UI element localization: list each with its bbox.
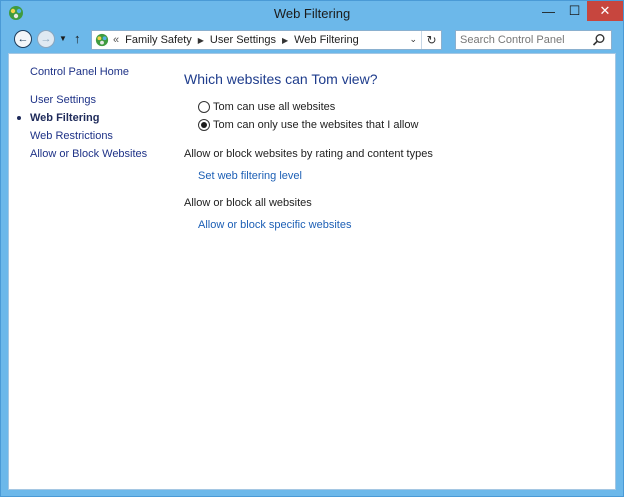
search-box[interactable] bbox=[455, 30, 612, 50]
up-arrow-icon: ↑ bbox=[74, 31, 81, 46]
breadcrumb-web-filtering[interactable]: Web Filtering bbox=[294, 34, 359, 46]
recent-locations-button[interactable]: ▼ bbox=[59, 34, 67, 43]
sidebar-item-allow-or-block-websites[interactable]: Allow or Block Websites bbox=[30, 148, 147, 160]
control-panel-icon bbox=[95, 33, 109, 47]
content-area: Control Panel Home User Settings Web Fil… bbox=[8, 53, 616, 490]
address-bar[interactable]: « Family Safety ▶ User Settings ▶ Web Fi… bbox=[91, 30, 442, 50]
search-input[interactable] bbox=[460, 31, 592, 49]
sidebar-item-web-filtering[interactable]: Web Filtering bbox=[30, 112, 99, 124]
maximize-button[interactable]: ☐ bbox=[562, 1, 587, 21]
breadcrumb-separator-icon[interactable]: ▶ bbox=[282, 36, 288, 45]
breadcrumb-user-settings[interactable]: User Settings bbox=[210, 34, 276, 46]
breadcrumb-family-safety[interactable]: Family Safety bbox=[125, 34, 192, 46]
sidebar-item-user-settings[interactable]: User Settings bbox=[30, 94, 96, 106]
back-arrow-icon: ← bbox=[17, 33, 29, 45]
option-all-websites-label[interactable]: Tom can use all websites bbox=[213, 101, 335, 113]
refresh-icon: ↻ bbox=[426, 33, 437, 47]
allow-or-block-specific-websites-link[interactable]: Allow or block specific websites bbox=[198, 219, 351, 231]
breadcrumb-overflow[interactable]: « bbox=[113, 34, 119, 46]
forward-button[interactable]: → bbox=[37, 30, 55, 48]
option-allowed-websites-only-label[interactable]: Tom can only use the websites that I all… bbox=[213, 119, 418, 131]
refresh-button[interactable]: ↻ bbox=[421, 31, 441, 49]
up-button[interactable]: ↑ bbox=[74, 31, 81, 46]
navigation-bar: ← → ▼ ↑ « Family Safety ▶ User Settings … bbox=[1, 27, 623, 53]
current-item-bullet bbox=[17, 116, 21, 120]
set-web-filtering-level-link[interactable]: Set web filtering level bbox=[198, 170, 302, 182]
window-title: Web Filtering bbox=[273, 6, 351, 21]
breadcrumb-separator-icon[interactable]: ▶ bbox=[198, 36, 204, 45]
chevron-down-icon: ▼ bbox=[59, 34, 67, 43]
sidebar-item-control-panel-home[interactable]: Control Panel Home bbox=[30, 66, 129, 78]
section-all-websites-label: Allow or block all websites bbox=[184, 197, 312, 209]
section-rating-label: Allow or block websites by rating and co… bbox=[184, 148, 433, 160]
page-heading: Which websites can Tom view? bbox=[184, 71, 378, 87]
sidebar: Control Panel Home User Settings Web Fil… bbox=[9, 54, 179, 489]
radio-allowed-websites-only[interactable] bbox=[198, 119, 210, 131]
address-dropdown-icon[interactable]: ⌄ bbox=[409, 34, 417, 45]
search-icon[interactable] bbox=[592, 33, 606, 47]
forward-arrow-icon: → bbox=[40, 33, 52, 45]
radio-all-websites[interactable] bbox=[198, 101, 210, 113]
option-allowed-websites-only[interactable]: Tom can only use the websites that I all… bbox=[198, 119, 418, 131]
sidebar-item-web-restrictions[interactable]: Web Restrictions bbox=[30, 130, 113, 142]
minimize-button[interactable]: — bbox=[535, 1, 562, 21]
back-button[interactable]: ← bbox=[14, 30, 32, 48]
close-button[interactable]: ✕ bbox=[587, 1, 623, 21]
option-all-websites[interactable]: Tom can use all websites bbox=[198, 101, 335, 113]
control-panel-window: Web Filtering — ☐ ✕ ← → ▼ ↑ « Family Saf… bbox=[0, 0, 624, 497]
title-bar[interactable]: Web Filtering — ☐ ✕ bbox=[1, 1, 623, 27]
